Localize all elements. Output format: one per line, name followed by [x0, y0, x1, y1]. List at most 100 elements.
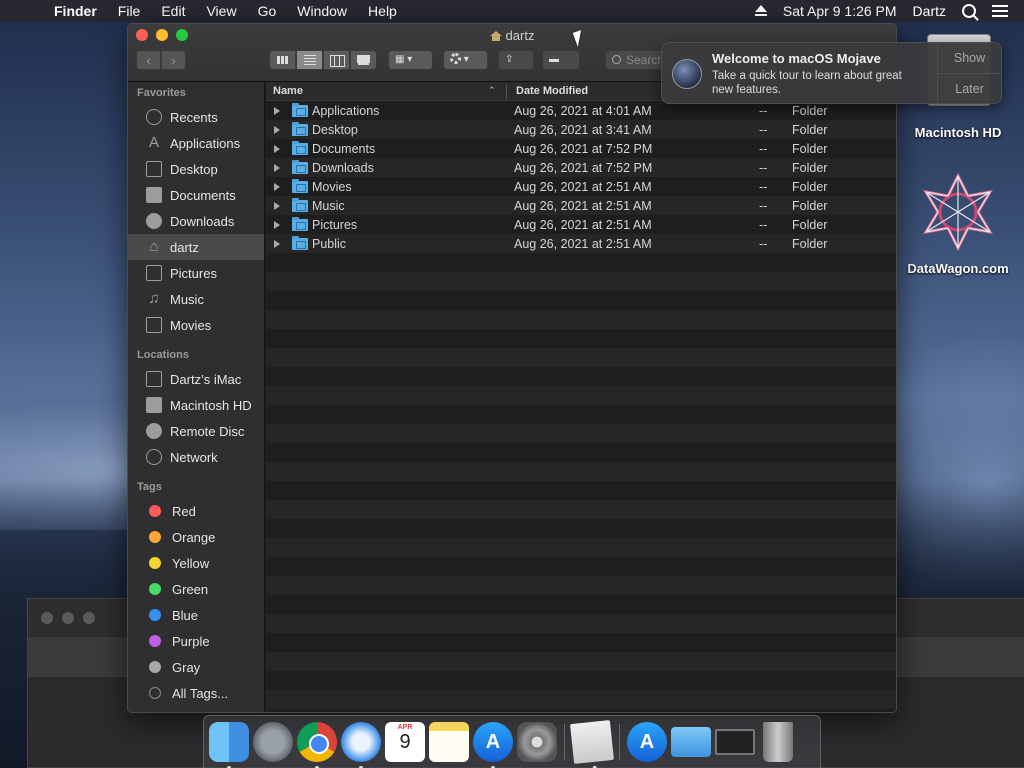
share-button[interactable]: ⇪ [498, 50, 534, 70]
datawagon-logo-icon[interactable] [918, 172, 998, 252]
table-row[interactable]: Movies Aug 26, 2021 at 2:51 AM -- Folder [266, 178, 896, 197]
file-kind: Folder [792, 218, 828, 232]
sidebar-item-recents[interactable]: Recents [128, 104, 264, 130]
sidebar-item-label: Green [172, 581, 209, 597]
sidebar-item-music[interactable]: ♫ Music [128, 286, 264, 312]
forward-button[interactable]: › [161, 50, 186, 70]
sidebar-item-documents[interactable]: Documents [128, 182, 264, 208]
notification-show-button[interactable]: Show [938, 43, 1001, 74]
table-row[interactable]: Pictures Aug 26, 2021 at 2:51 AM -- Folder [266, 216, 896, 235]
menu-clock[interactable]: Sat Apr 9 1:26 PM [783, 3, 897, 19]
dock-minimized-window-icon[interactable] [715, 729, 755, 755]
menu-window[interactable]: Window [297, 3, 347, 19]
sidebar-item-label: dartz [170, 239, 199, 255]
disclosure-triangle-icon[interactable] [274, 183, 280, 191]
dock-chrome-icon[interactable] [297, 722, 337, 768]
sidebar-tag-gray[interactable]: Gray [128, 654, 264, 680]
column-divider[interactable] [506, 84, 507, 99]
disclosure-triangle-icon[interactable] [274, 221, 280, 229]
dock-app-store-icon[interactable]: A [473, 722, 513, 768]
group-by-button[interactable]: ▦ ▾ [388, 50, 433, 70]
menu-view[interactable]: View [206, 3, 236, 19]
spotlight-search-icon[interactable] [962, 4, 976, 18]
file-list: Name ⌃ Date Modified Applications Aug 26,… [266, 82, 896, 712]
menu-user[interactable]: Dartz [913, 3, 946, 19]
list-view-button[interactable] [296, 50, 323, 70]
sidebar-tag-red[interactable]: Red [128, 498, 264, 524]
table-row[interactable]: Public Aug 26, 2021 at 2:51 AM -- Folder [266, 235, 896, 254]
dock-notes-icon[interactable] [429, 722, 469, 762]
table-row[interactable]: Music Aug 26, 2021 at 2:51 AM -- Folder [266, 197, 896, 216]
disclosure-triangle-icon[interactable] [274, 202, 280, 210]
sidebar-item-movies[interactable]: Movies [128, 312, 264, 338]
sidebar-tag-green[interactable]: Green [128, 576, 264, 602]
column-name-header[interactable]: Name [273, 85, 303, 97]
sidebar-item-label: Recents [170, 109, 218, 125]
sidebar-item-downloads[interactable]: Downloads [128, 208, 264, 234]
bg-minimize-button[interactable] [62, 612, 74, 624]
sidebar-header-tags: Tags [137, 481, 162, 493]
dock-downloads-folder-icon[interactable] [671, 727, 711, 757]
sidebar-tag-orange[interactable]: Orange [128, 524, 264, 550]
table-row[interactable]: Desktop Aug 26, 2021 at 3:41 AM -- Folder [266, 121, 896, 140]
file-kind: Folder [792, 199, 828, 213]
sidebar-tag-purple[interactable]: Purple [128, 628, 264, 654]
back-button[interactable]: ‹ [136, 50, 161, 70]
tag-dot-icon [149, 583, 161, 595]
tag-dot-icon [149, 505, 161, 517]
sidebar-item-desktop[interactable]: Desktop [128, 156, 264, 182]
disclosure-triangle-icon[interactable] [274, 126, 280, 134]
column-view-button[interactable] [323, 50, 350, 70]
menu-help[interactable]: Help [368, 3, 397, 19]
sidebar-item-macintosh-hd[interactable]: Macintosh HD [128, 392, 264, 418]
sidebar-item-pictures[interactable]: Pictures [128, 260, 264, 286]
disclosure-triangle-icon[interactable] [274, 240, 280, 248]
dock-safari-icon[interactable] [341, 722, 381, 768]
tag-dot-icon [149, 609, 161, 621]
folder-icon [292, 141, 308, 155]
menu-app-finder[interactable]: Finder [54, 3, 97, 19]
action-menu-button[interactable]: ▾ [443, 50, 488, 70]
disclosure-triangle-icon[interactable] [274, 107, 280, 115]
sidebar-item-network[interactable]: Network [128, 444, 264, 470]
table-row[interactable]: Applications Aug 26, 2021 at 4:01 AM -- Fol… [266, 102, 896, 121]
macintosh-hd-label[interactable]: Macintosh HD [903, 125, 1013, 140]
sidebar-item-label: Dartz’s iMac [170, 371, 242, 387]
dock-launchpad-icon[interactable] [253, 722, 293, 762]
table-row[interactable]: Downloads Aug 26, 2021 at 7:52 PM -- Folder [266, 159, 896, 178]
notification-center-icon[interactable] [992, 5, 1008, 17]
menu-go[interactable]: Go [258, 3, 277, 19]
menu-edit[interactable]: Edit [161, 3, 185, 19]
menu-file[interactable]: File [118, 3, 141, 19]
music-note-icon: ♫ [148, 290, 160, 307]
finder-window: dartz ‹ › ▦ ▾ ▾ ⇪ ▬ Search Favorites Rec… [127, 23, 897, 713]
sidebar-tag-all[interactable]: All Tags... [128, 680, 264, 706]
sidebar-item-remote-disc[interactable]: Remote Disc [128, 418, 264, 444]
notification-banner[interactable]: Welcome to macOS Mojave Take a quick tou… [661, 42, 1002, 105]
disclosure-triangle-icon[interactable] [274, 164, 280, 172]
icon-view-button[interactable] [269, 50, 296, 70]
sidebar-tag-blue[interactable]: Blue [128, 602, 264, 628]
notification-later-button[interactable]: Later [938, 74, 1001, 105]
dock-system-preferences-icon[interactable] [517, 722, 557, 762]
bg-close-button[interactable] [41, 612, 53, 624]
sidebar-item-dartz[interactable]: ⌂ dartz [128, 234, 264, 260]
file-rows: Applications Aug 26, 2021 at 4:01 AM -- Fol… [266, 102, 896, 254]
eject-icon[interactable] [754, 5, 767, 17]
table-row[interactable]: Documents Aug 26, 2021 at 7:52 PM -- Folder [266, 140, 896, 159]
column-date-header[interactable]: Date Modified [516, 85, 588, 97]
disclosure-triangle-icon[interactable] [274, 145, 280, 153]
bg-zoom-button[interactable] [83, 612, 95, 624]
dock-trash-icon[interactable] [763, 722, 793, 762]
dock-finder-icon[interactable] [209, 722, 249, 768]
dock-document-icon[interactable] [570, 720, 614, 768]
share-icon: ⇪ [505, 54, 514, 65]
dock-calendar-icon[interactable]: APR 9 [385, 722, 425, 762]
tag-button[interactable]: ▬ [542, 50, 580, 70]
sidebar-tag-yellow[interactable]: Yellow [128, 550, 264, 576]
gallery-view-button[interactable] [350, 50, 377, 70]
datawagon-label[interactable]: DataWagon.com [903, 261, 1013, 276]
sidebar-item-imac[interactable]: Dartz’s iMac [128, 366, 264, 392]
dock-app-store-folder-icon[interactable]: A [627, 722, 667, 762]
sidebar-item-applications[interactable]: A Applications [128, 130, 264, 156]
